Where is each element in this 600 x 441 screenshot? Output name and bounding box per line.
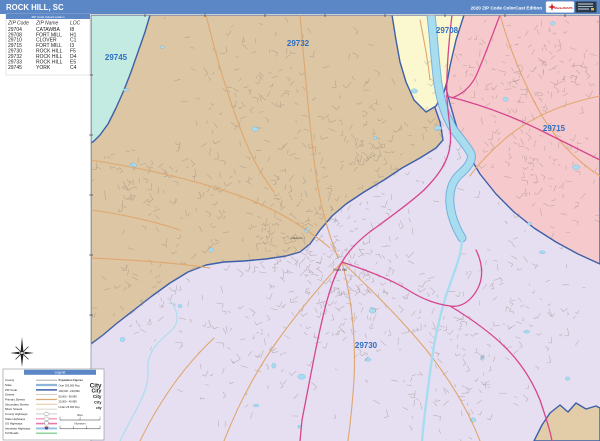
pond [251, 126, 259, 132]
legend-box: Legend CountyStateZIP CodeStreetsPrimary… [2, 368, 105, 441]
pond [119, 337, 126, 342]
legend-item-label: Toll Roads [5, 431, 19, 435]
zip-index-column: ZIP Code [7, 21, 29, 27]
zip-index-column-headers: ZIP Code ZIP Name LOC [7, 21, 81, 27]
zip-index-row-name: YORK [36, 65, 51, 71]
legend-item-label: State [5, 383, 12, 387]
population-city-sample: City [94, 400, 102, 405]
pond [160, 45, 165, 49]
zip-index-column: ZIP Name [35, 21, 59, 27]
zip-index-table: ZIP Code Index/Location ZIP Code ZIP Name… [5, 13, 91, 76]
legend-item-label: Secondary Streets [5, 402, 29, 406]
population-city-sample: City [93, 394, 102, 399]
legend-item-label: Interstate Highways [5, 426, 31, 430]
population-range: Over 250,000 Pop. [59, 384, 81, 388]
page-title: ROCK HILL, SC [6, 3, 64, 12]
map-sheet: Rock Hill Newport 29745 29732 29708 29715 297… [0, 0, 600, 441]
pond [271, 362, 276, 369]
population-range: 25,000 - 49,999 [59, 400, 78, 404]
legend-item-label: County [5, 378, 15, 382]
zip-label: 29745 [105, 53, 128, 62]
zip-index-header: ZIP Code Index/Location [32, 15, 65, 19]
zip-index-row-zip: 29745 [8, 65, 22, 71]
pond [252, 404, 260, 407]
zip-label: 29715 [543, 124, 566, 133]
interstate-shield-top [44, 426, 49, 428]
city-label: Newport [291, 236, 302, 240]
pond [434, 125, 442, 132]
edition-label: 2020 ZIP Code ColorCast Edition [471, 5, 543, 10]
population-range: 100,000 - 249,999 [59, 389, 81, 393]
legend-item-label: County Highways [5, 412, 28, 416]
city-label: Rock Hill [333, 268, 347, 272]
highway-oval-icon [43, 416, 50, 421]
zip-label: 29730 [355, 341, 378, 350]
title-bar: ROCK HILL, SC 2020 ZIP Code ColorCast Ed… [0, 0, 600, 14]
population-range: 50,000 - 99,999 [59, 394, 78, 398]
map-canvas: Rock Hill Newport 29745 29732 29708 29715 297… [91, 15, 600, 441]
pond [122, 88, 130, 92]
legend-title: Legend [55, 371, 66, 375]
legend-item-label: State Highways [5, 417, 26, 421]
pond [565, 376, 570, 381]
legend-item-label: Primary Streets [5, 397, 25, 401]
pond [369, 307, 376, 314]
pond [373, 136, 377, 140]
zip-index-row-loc: C4 [70, 65, 77, 71]
marketmaps-logo: MarketMAPS [545, 1, 597, 13]
zip-index-column: LOC [70, 21, 81, 27]
legend-item-label: ZIP Code [5, 388, 18, 392]
population-city-sample: city [96, 406, 102, 410]
pond [297, 374, 306, 380]
logo-brand: MarketMAPS [554, 6, 572, 10]
population-header: Population Figures [59, 378, 84, 382]
pond [502, 96, 509, 102]
pond [410, 88, 418, 94]
zip-label: 29732 [287, 39, 310, 48]
pond [177, 304, 183, 308]
pond [208, 247, 214, 253]
zip-label: 29708 [436, 26, 459, 35]
legend-item-label: US Highways [5, 422, 23, 426]
legend-item-label: Streets [5, 393, 15, 397]
pond [539, 250, 546, 254]
legend-item-label: Minor Streets [5, 407, 23, 411]
pond [527, 222, 532, 226]
population-range: Under 25,000 Pop. [59, 405, 81, 409]
pond [523, 330, 530, 334]
pond [572, 164, 580, 170]
pond [550, 21, 556, 26]
highway-oval-icon [43, 411, 50, 416]
scale-bar-label: Kilometers [74, 423, 86, 426]
